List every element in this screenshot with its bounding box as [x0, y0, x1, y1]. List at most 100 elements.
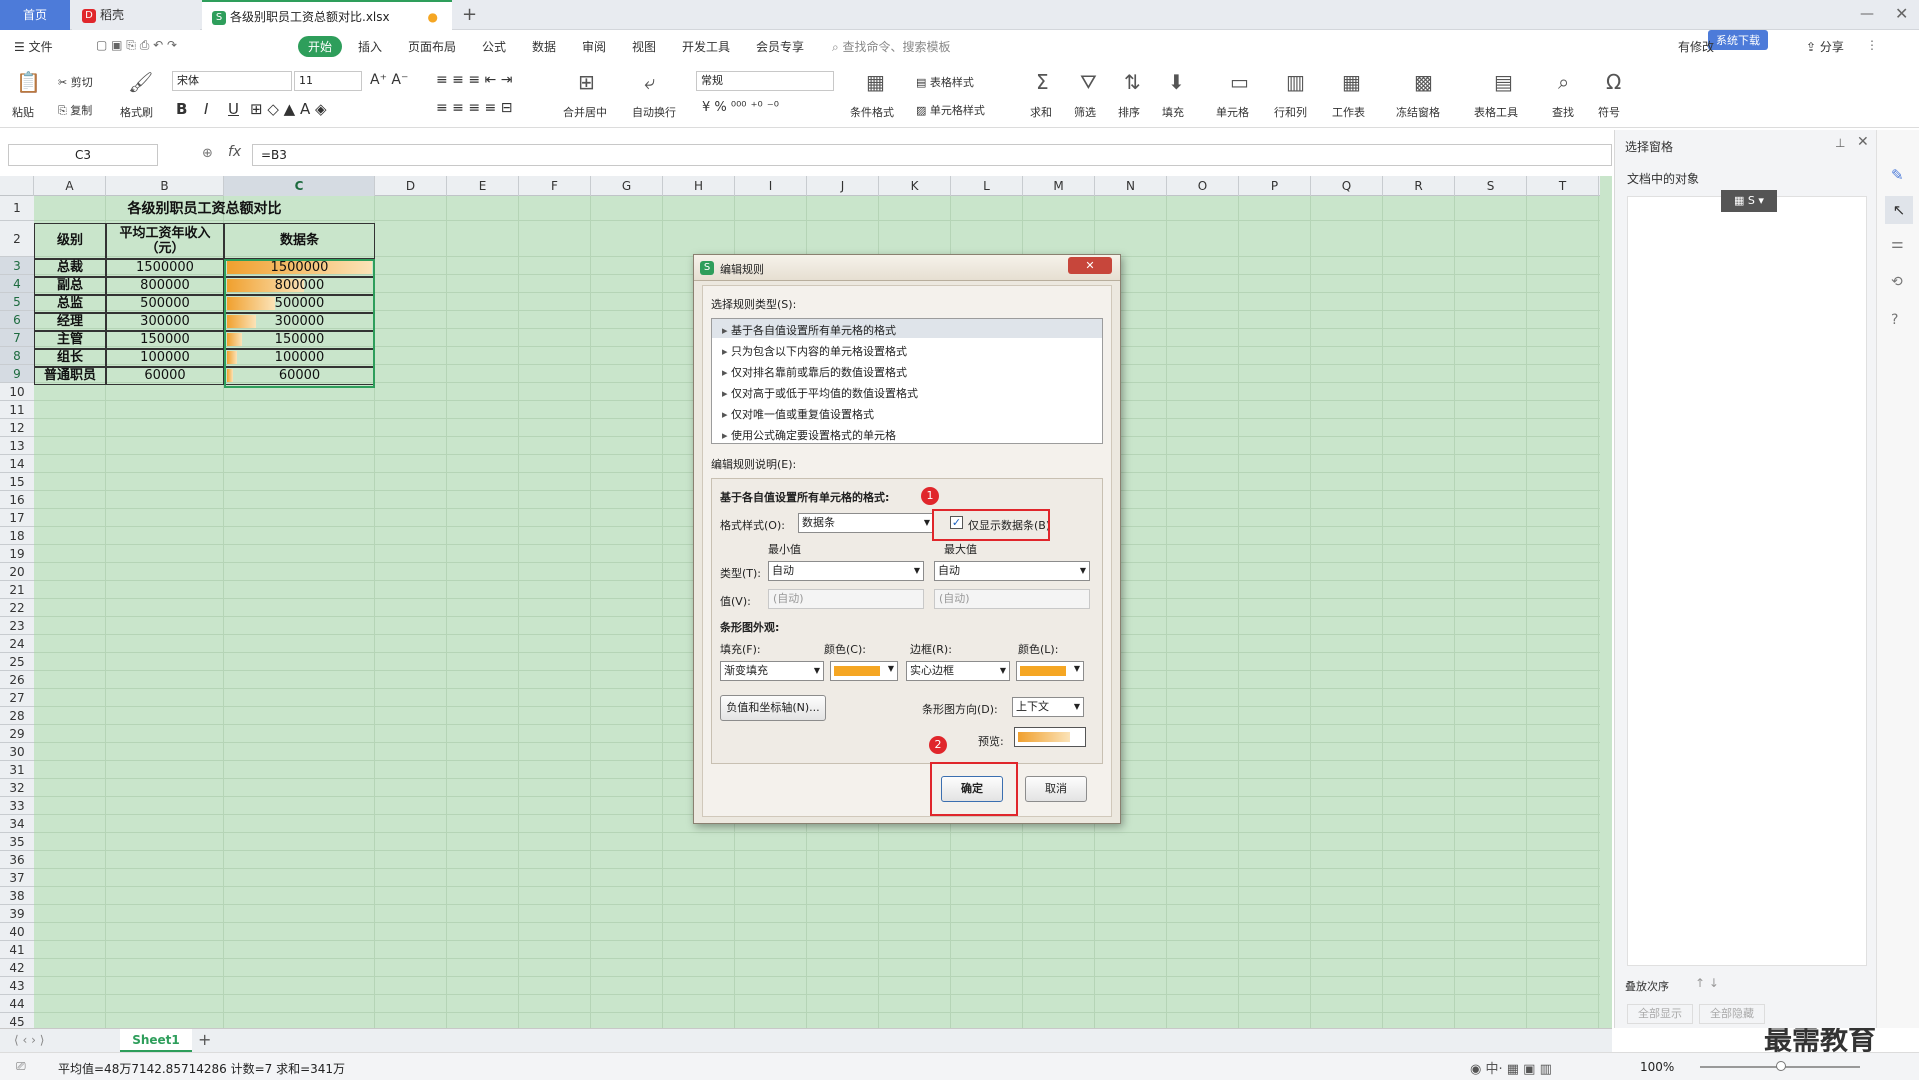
minimize-icon[interactable]: —	[1860, 6, 1874, 22]
row-header-5[interactable]: 5	[0, 293, 34, 311]
direction-select[interactable]: 上下文	[1012, 697, 1084, 717]
column-header-n[interactable]: N	[1095, 176, 1167, 196]
freeze-button[interactable]: 冻结窗格	[1396, 104, 1440, 120]
row-header-25[interactable]: 25	[0, 653, 34, 671]
copy-button[interactable]: ⎘ 复制	[58, 102, 92, 118]
min-value-input[interactable]: (自动)	[768, 589, 924, 609]
cell-level[interactable]: 普通职员	[34, 367, 106, 385]
sort-icon[interactable]: ⇅	[1124, 72, 1141, 92]
merge-button[interactable]: 合并居中	[563, 104, 607, 120]
settings-sliders-icon[interactable]: ⚌	[1891, 236, 1904, 252]
worksheet-icon[interactable]: ▦	[1342, 72, 1361, 92]
format-style-select[interactable]: 数据条	[798, 513, 934, 533]
row-header-8[interactable]: 8	[0, 347, 34, 365]
header-databar[interactable]: 数据条	[224, 223, 375, 259]
column-header-r[interactable]: R	[1383, 176, 1455, 196]
zoom-formula-icon[interactable]: ⊕	[202, 146, 213, 161]
row-header-19[interactable]: 19	[0, 545, 34, 563]
row-header-39[interactable]: 39	[0, 905, 34, 923]
row-header-43[interactable]: 43	[0, 977, 34, 995]
rule-type-item[interactable]: ▸ 使用公式确定要设置格式的单元格	[722, 427, 896, 443]
row-header-32[interactable]: 32	[0, 779, 34, 797]
row-header-21[interactable]: 21	[0, 581, 34, 599]
style-icon[interactable]: ✎	[1891, 166, 1904, 184]
row-header-16[interactable]: 16	[0, 491, 34, 509]
min-type-select[interactable]: 自动	[768, 561, 924, 581]
sheet-nav-icons[interactable]: ⟨ ‹ › ⟩	[14, 1033, 44, 1047]
column-header-k[interactable]: K	[879, 176, 951, 196]
row-header-11[interactable]: 11	[0, 401, 34, 419]
negative-axis-button[interactable]: 负值和坐标轴(N)...	[720, 695, 826, 721]
column-header-h[interactable]: H	[663, 176, 735, 196]
row-header-20[interactable]: 20	[0, 563, 34, 581]
cell-income[interactable]: 300000	[106, 313, 224, 331]
rule-type-item[interactable]: ▸ 仅对唯一值或重复值设置格式	[722, 406, 874, 422]
floating-toolbar-icon[interactable]: ▦ S ▾	[1721, 190, 1777, 212]
sheet-tab-sheet1[interactable]: Sheet1	[120, 1029, 192, 1052]
paste-button[interactable]: 粘贴	[12, 104, 34, 120]
share-button[interactable]: ⇪ 分享	[1806, 38, 1844, 55]
wrap-button[interactable]: 自动换行	[632, 104, 676, 120]
close-window-icon[interactable]: ✕	[1895, 4, 1908, 23]
cell-income[interactable]: 800000	[106, 277, 224, 295]
cell-level[interactable]: 组长	[34, 349, 106, 367]
row-header-24[interactable]: 24	[0, 635, 34, 653]
fill-select[interactable]: 渐变填充	[720, 661, 824, 681]
bold-button[interactable]: B	[176, 100, 187, 118]
zoom-level[interactable]: 100%	[1640, 1060, 1674, 1074]
row-header-6[interactable]: 6	[0, 311, 34, 329]
fill-icon[interactable]: ⬇	[1168, 72, 1185, 92]
close-pane-icon[interactable]: ✕	[1857, 134, 1869, 150]
row-header-42[interactable]: 42	[0, 959, 34, 977]
row-header-3[interactable]: 3	[0, 257, 34, 275]
row-header-12[interactable]: 12	[0, 419, 34, 437]
column-header-m[interactable]: M	[1023, 176, 1095, 196]
underline-button[interactable]: U	[228, 100, 239, 118]
cell-style-button[interactable]: ▨ 单元格样式	[916, 102, 985, 118]
font-size-select[interactable]: 11	[294, 71, 362, 91]
sum-icon[interactable]: Σ	[1036, 72, 1049, 92]
cloud-badge[interactable]: 系统下载	[1708, 30, 1768, 50]
row-header-10[interactable]: 10	[0, 383, 34, 401]
column-header-g[interactable]: G	[591, 176, 663, 196]
objects-list[interactable]	[1627, 196, 1867, 966]
cond-format-icon[interactable]: ▦	[866, 72, 885, 92]
row-header-30[interactable]: 30	[0, 743, 34, 761]
row-header-41[interactable]: 41	[0, 941, 34, 959]
row-header-36[interactable]: 36	[0, 851, 34, 869]
format-painter-button[interactable]: 格式刷	[120, 104, 153, 120]
table-tools-icon[interactable]: ▤	[1494, 72, 1513, 92]
filter-button[interactable]: 筛选	[1074, 104, 1096, 120]
fx-icon[interactable]: fx	[228, 144, 241, 160]
row-header-40[interactable]: 40	[0, 923, 34, 941]
select-cursor-icon[interactable]: ↖	[1885, 196, 1913, 224]
row-header-13[interactable]: 13	[0, 437, 34, 455]
font-grow-icon[interactable]: A⁺ A⁻	[370, 72, 408, 88]
rule-type-item[interactable]: ▸ 基于各自值设置所有单元格的格式	[722, 322, 896, 338]
format-painter-icon[interactable]: 🖌	[128, 72, 153, 92]
modified-status[interactable]: 有修改	[1678, 38, 1714, 55]
number-format-select[interactable]: 常规	[696, 71, 834, 91]
row-header-33[interactable]: 33	[0, 797, 34, 815]
menu-view[interactable]: 视图	[632, 38, 656, 55]
rule-type-item[interactable]: ▸ 只为包含以下内容的单元格设置格式	[722, 343, 907, 359]
column-header-c[interactable]: C	[224, 176, 375, 196]
column-header-a[interactable]: A	[34, 176, 106, 196]
tab-file[interactable]: S 各级别职员工资总额对比.xlsx ●	[202, 0, 452, 30]
order-arrows-icon[interactable]: ↑ ↓	[1695, 976, 1719, 990]
row-header-28[interactable]: 28	[0, 707, 34, 725]
row-header-31[interactable]: 31	[0, 761, 34, 779]
merge-icon[interactable]: ⊞	[578, 72, 595, 92]
row-header-15[interactable]: 15	[0, 473, 34, 491]
select-all-corner[interactable]	[0, 176, 34, 196]
symbol-icon[interactable]: Ω	[1606, 72, 1621, 92]
column-header-q[interactable]: Q	[1311, 176, 1383, 196]
row-header-4[interactable]: 4	[0, 275, 34, 293]
column-header-o[interactable]: O	[1167, 176, 1239, 196]
row-header-35[interactable]: 35	[0, 833, 34, 851]
row-header-1[interactable]: 1	[0, 196, 34, 221]
cancel-button[interactable]: 取消	[1025, 776, 1087, 802]
row-header-14[interactable]: 14	[0, 455, 34, 473]
rule-type-list[interactable]: ▸ 基于各自值设置所有单元格的格式 ▸ 只为包含以下内容的单元格设置格式 ▸ 仅对排…	[711, 318, 1103, 444]
table-tools-button[interactable]: 表格工具	[1474, 104, 1518, 120]
